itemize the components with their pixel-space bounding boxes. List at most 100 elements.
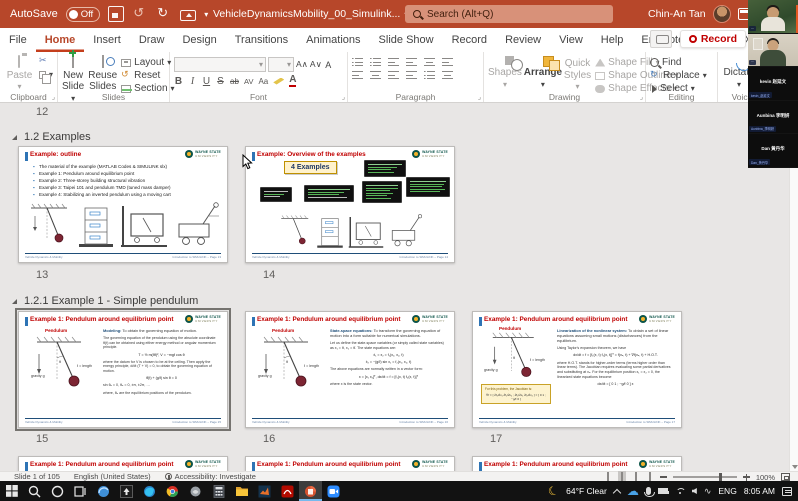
app-dark-arrow-button[interactable] <box>115 481 138 501</box>
text-direction-icon[interactable] <box>442 58 453 67</box>
taskbar-search-button[interactable] <box>23 481 46 501</box>
network-icon[interactable] <box>675 487 685 495</box>
decrease-indent-icon[interactable] <box>388 58 399 67</box>
present-icon[interactable] <box>180 10 196 21</box>
smartart-convert-icon[interactable] <box>442 71 453 80</box>
document-title[interactable]: VehicleDynamicsMobility_00_Simulink... <box>213 0 408 28</box>
participant-audio-tile[interactable]: Dan 黄丹华 Dan_黄丹华 <box>748 134 798 168</box>
cut-icon[interactable] <box>39 57 49 67</box>
microphone-tray-icon[interactable] <box>646 487 651 495</box>
tab-help[interactable]: Help <box>592 28 633 52</box>
participant-video-tile[interactable]: ··· <box>748 34 798 68</box>
app-gray-button[interactable] <box>184 481 207 501</box>
reset-button[interactable]: Reset <box>121 70 174 81</box>
undo-icon[interactable] <box>132 6 148 22</box>
language-indicator[interactable]: English (United States) <box>74 472 151 481</box>
bullets-icon[interactable] <box>352 58 363 67</box>
slide-thumbnail-17[interactable]: Example 1: Pendulum around equilibrium p… <box>472 311 682 428</box>
align-left-icon[interactable] <box>352 71 363 80</box>
dialog-launcher-icon[interactable] <box>640 93 643 101</box>
slide-thumbnail-13[interactable]: Example: outline WAYNE STATEUNIVERSITY T… <box>18 146 228 263</box>
onedrive-cloud-icon[interactable]: ☁ <box>627 485 639 497</box>
character-spacing-button[interactable]: AV <box>244 77 253 86</box>
edge-button[interactable] <box>138 481 161 501</box>
weather-text[interactable]: 64°F Clear <box>566 486 607 496</box>
start-button[interactable] <box>0 481 23 501</box>
tab-insert[interactable]: Insert <box>84 28 130 52</box>
shrink-font-button[interactable]: A∨ <box>310 59 322 70</box>
align-center-icon[interactable] <box>370 71 381 80</box>
font-color-button[interactable]: A <box>289 75 296 87</box>
tab-view[interactable]: View <box>550 28 592 52</box>
user-name[interactable]: Chin-An Tan <box>648 8 706 20</box>
tab-design[interactable]: Design <box>173 28 225 52</box>
weather-moon-icon[interactable]: ☾ <box>547 484 561 499</box>
find-button[interactable]: Find <box>650 57 707 68</box>
copy-icon[interactable] <box>39 71 46 79</box>
slide-indicator[interactable]: Slide 1 of 105 <box>14 472 60 481</box>
highlight-color-icon[interactable] <box>273 78 284 85</box>
slide-thumbnail-14[interactable]: Example: Overview of the examples WAYNE … <box>245 146 455 263</box>
dialog-launcher-icon[interactable] <box>342 93 345 101</box>
dialog-launcher-icon[interactable] <box>478 93 481 101</box>
task-view-button[interactable] <box>69 481 92 501</box>
volume-icon[interactable] <box>692 488 697 494</box>
tab-animations[interactable]: Animations <box>297 28 369 52</box>
battery-icon[interactable] <box>658 488 668 494</box>
notification-center-icon[interactable] <box>782 487 792 496</box>
slide-thumbnail-15[interactable]: Example 1: Pendulum around equilibrium p… <box>18 311 228 428</box>
slide-thumbnail-16[interactable]: Example 1: Pendulum around equilibrium p… <box>245 311 455 428</box>
tab-home[interactable]: Home <box>36 28 85 52</box>
font-size-select[interactable] <box>268 57 294 72</box>
line-spacing-icon[interactable] <box>424 58 435 67</box>
tab-record[interactable]: Record <box>443 28 496 52</box>
fit-to-window-icon[interactable] <box>781 473 790 481</box>
app-blue-swirl-button[interactable] <box>92 481 115 501</box>
tab-transitions[interactable]: Transitions <box>226 28 297 52</box>
slide-thumbnail-19-partial[interactable]: Example 1: Pendulum around equilibrium p… <box>245 456 455 471</box>
participant-audio-tile[interactable]: kevin 赵延文 kevin_赵延文 <box>748 67 798 101</box>
italic-button[interactable]: I <box>188 76 197 87</box>
tab-file[interactable]: File <box>0 28 36 52</box>
zoom-app-button[interactable] <box>322 481 345 501</box>
section-header-examples[interactable]: 1.2 Examples <box>12 131 91 143</box>
columns-icon[interactable] <box>424 71 435 80</box>
align-right-icon[interactable] <box>388 71 399 80</box>
calculator-button[interactable] <box>207 481 230 501</box>
scrollbar-down-arrow-icon[interactable] <box>792 465 798 469</box>
autosave-toggle[interactable]: Off <box>66 7 101 22</box>
quick-styles-button[interactable]: Quick Styles <box>564 55 591 90</box>
quick-access-chevron-icon[interactable] <box>204 8 208 20</box>
strikethrough-button[interactable]: ab <box>230 77 239 86</box>
matlab-button[interactable] <box>253 481 276 501</box>
search-input[interactable]: Search (Alt+Q) <box>405 5 613 23</box>
powerpoint-button[interactable] <box>299 481 322 501</box>
participant-audio-tile[interactable]: Aunbina 李明妍 Aunbina_李明妍 <box>748 101 798 135</box>
reuse-slides-button[interactable]: Reuse Slides <box>88 55 117 90</box>
chrome-button[interactable] <box>161 481 184 501</box>
increase-indent-icon[interactable] <box>406 58 417 67</box>
acrobat-button[interactable] <box>276 481 299 501</box>
file-explorer-button[interactable] <box>230 481 253 501</box>
input-language[interactable]: ENG <box>718 486 736 496</box>
phone-link-icon[interactable]: ∿ <box>704 487 712 496</box>
tab-draw[interactable]: Draw <box>130 28 174 52</box>
section-header-example1[interactable]: 1.2.1 Example 1 - Simple pendulum <box>12 295 198 307</box>
clear-formatting-button[interactable]: A <box>324 60 333 70</box>
shapes-button[interactable]: Shapes <box>488 55 522 90</box>
record-button[interactable]: Record <box>680 30 746 48</box>
slide-thumbnail-20-partial[interactable]: Example 1: Pendulum around equilibrium p… <box>472 456 682 471</box>
zoom-slider[interactable] <box>673 476 737 478</box>
comments-button[interactable] <box>650 30 672 48</box>
slide-thumbnail-18-partial[interactable]: Example 1: Pendulum around equilibrium p… <box>18 456 228 471</box>
save-icon[interactable] <box>108 6 124 22</box>
bold-button[interactable]: B <box>174 76 183 87</box>
clock[interactable]: 8:05 AM <box>744 486 775 496</box>
grow-font-button[interactable]: A∧ <box>296 59 308 70</box>
zoom-out-button[interactable] <box>660 476 667 478</box>
cortana-button[interactable] <box>46 481 69 501</box>
replace-button[interactable]: Replace <box>650 70 707 81</box>
new-slide-button[interactable]: New Slide <box>62 55 84 90</box>
underline-button[interactable]: U <box>202 76 211 87</box>
accessibility-status[interactable]: Accessibility: Investigate <box>165 472 256 481</box>
